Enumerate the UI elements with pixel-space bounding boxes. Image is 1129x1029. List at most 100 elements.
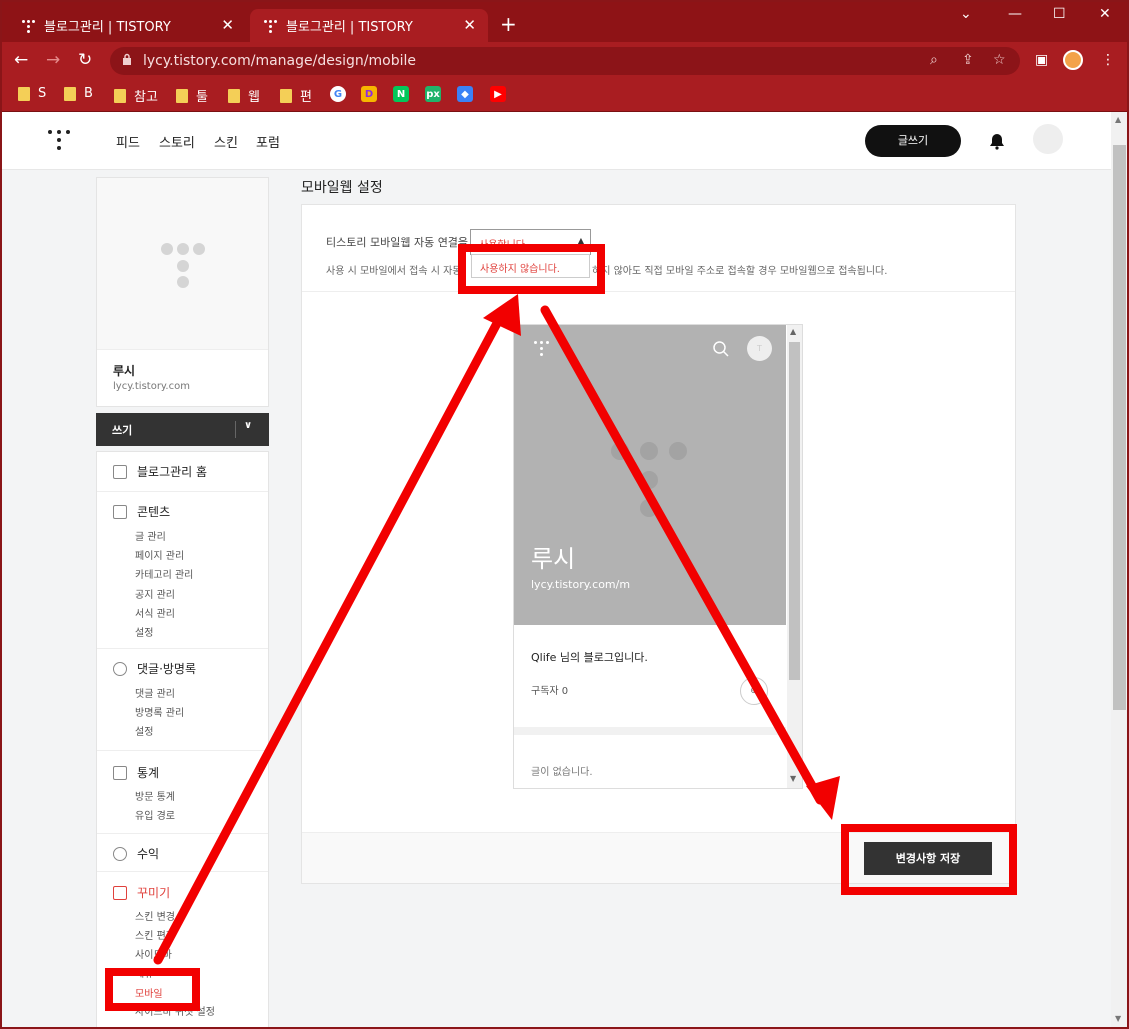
mobile-preview: T 루시 lycy.tistory.com/m Qlife 님의 블로그입니다.… [513,324,803,789]
menu-item[interactable]: 서식 관리 [135,605,175,620]
menu-section-revenue: 수익 [97,834,268,872]
bookmark-folder[interactable]: 참고 [114,86,158,105]
nav-story[interactable]: 스토리 [159,132,195,151]
bookmark-app[interactable]: N [393,86,409,102]
bookmark-folder[interactable]: S [18,86,46,101]
menu-stats[interactable]: 통계 [113,764,159,781]
menu-revenue[interactable]: 수익 [113,845,159,862]
setting-description: 사용 시 모바일에서 접속 시 자동 하지 않아도 직접 모바일 주소로 접속할… [326,266,888,277]
naver-icon: N [393,86,409,102]
menu-item[interactable]: 방명록 관리 [135,704,184,719]
write-bar[interactable]: 쓰기 ∨ [96,413,269,446]
menu-item[interactable]: 스킨 편집 [135,927,175,942]
blog-name[interactable]: 루시 [113,362,135,379]
blog-url[interactable]: lycy.tistory.com [113,381,190,392]
minimize-icon[interactable]: — [1008,6,1022,22]
scroll-up-icon[interactable]: ▲ [1115,115,1121,124]
menu-item[interactable]: 글 관리 [135,528,166,543]
bookmark-app[interactable]: G [330,86,346,102]
address-bar[interactable]: lycy.tistory.com/manage/design/mobile ⌕ … [110,47,1020,75]
bookmark-app[interactable]: D [361,86,377,102]
coin-icon [113,846,127,861]
comment-icon [113,661,127,676]
chevron-down-icon[interactable]: ∨ [244,420,252,431]
menu-item[interactable]: 스킨 변경 [135,908,175,923]
user-avatar[interactable] [1033,124,1063,154]
scroll-up-icon[interactable]: ▲ [790,327,796,336]
preview-scrollbar[interactable]: ▲ ▼ [787,325,802,788]
menu-item[interactable]: 공지 관리 [135,586,175,601]
write-post-button[interactable]: 글쓰기 [865,125,961,157]
bookmark-folder[interactable]: 툴 [176,86,208,105]
lock-icon [123,53,131,65]
menu-item[interactable]: 카테고리 관리 [135,566,193,581]
nav-feed[interactable]: 피드 [116,132,140,151]
menu-comments[interactable]: 댓글·방명록 [113,660,196,677]
bookmark-folder[interactable]: 편 [280,86,312,105]
menu-item[interactable]: 설정 [135,723,153,738]
bookmark-folder[interactable]: 웹 [228,86,260,105]
tistory-favicon-icon [264,20,278,34]
zoom-icon[interactable]: ⌕ [930,52,938,68]
menu-customize[interactable]: 꾸미기 [113,884,170,901]
follow-icon: ⊕ [740,677,768,705]
bookmark-folder[interactable]: B [64,86,93,101]
scroll-down-icon[interactable]: ▼ [1115,1014,1121,1023]
profile-avatar-icon[interactable] [1063,50,1083,70]
menu-item[interactable]: 유입 경로 [135,807,175,822]
bookmark-app[interactable]: ▶ [490,86,506,102]
scroll-down-icon[interactable]: ▼ [790,774,796,783]
folder-icon [280,88,292,103]
forward-icon[interactable]: → [46,50,60,70]
menu-section-comments: 댓글·방명록 댓글 관리 방명록 관리 설정 [97,649,268,751]
menu-item[interactable]: 방문 통계 [135,788,175,803]
bookmarks-bar: S B 참고 툴 웹 편 G D N px ◆ ▶ [0,80,1129,112]
tab-search-chevron-icon[interactable]: ⌄ [960,6,972,22]
menu-item[interactable]: 페이지 관리 [135,547,184,562]
menu-home[interactable]: 블로그관리 홈 [113,463,207,480]
new-tab-icon[interactable]: + [500,12,517,36]
bookmark-star-icon[interactable]: ☆ [993,52,1006,68]
page-scrollbar[interactable]: ▲ ▼ [1111,112,1128,1027]
close-window-icon[interactable]: ✕ [1099,6,1111,22]
menu-dots-icon[interactable]: ⋮ [1101,52,1115,68]
nav-skin[interactable]: 스킨 [214,132,238,151]
share-icon[interactable]: ⇪ [962,52,974,68]
browser-tab-strip: 블로그관리 | TISTORY ✕ 블로그관리 | TISTORY ✕ + ⌄ … [0,0,1129,42]
divider [235,421,236,438]
highlight-box-dropdown [458,244,605,294]
menu-item[interactable]: 설정 [135,624,153,639]
nav-forum[interactable]: 포럼 [256,132,280,151]
notification-bell-icon[interactable] [988,132,1006,150]
bookmark-app[interactable]: ◆ [457,86,473,102]
maximize-icon[interactable]: ☐ [1053,6,1066,22]
scroll-thumb[interactable] [1113,145,1126,710]
logo-dot [640,499,658,517]
folder-icon [64,86,76,101]
tab-title: 블로그관리 | TISTORY [286,20,413,35]
tab-close-icon[interactable]: ✕ [221,16,234,34]
browser-tab-2[interactable]: 블로그관리 | TISTORY ✕ [250,9,488,42]
reload-icon[interactable]: ↻ [78,50,92,70]
browser-tab-1[interactable]: 블로그관리 | TISTORY ✕ [8,9,246,42]
bookmark-app[interactable]: px [425,86,441,102]
tistory-favicon-icon [22,20,36,34]
tab-close-icon[interactable]: ✕ [463,16,476,34]
menu-item[interactable]: 사이드바 [135,946,172,961]
scroll-thumb[interactable] [789,342,800,680]
tab-title: 블로그관리 | TISTORY [44,20,171,35]
logo-dot [640,442,658,460]
menu-contents[interactable]: 콘텐츠 [113,503,170,520]
layout-icon [113,885,127,900]
blog-card: 루시 lycy.tistory.com [96,177,269,407]
write-label[interactable]: 쓰기 [112,422,132,438]
tistory-logo-icon[interactable] [48,130,70,152]
menu-item[interactable]: 댓글 관리 [135,685,175,700]
side-panel-icon[interactable]: ▣ [1035,52,1048,68]
preview-subscribers: 구독자 0 [531,686,569,697]
blog-thumbnail[interactable] [97,178,268,350]
preview-blog-url: lycy.tistory.com/m [531,578,631,591]
preview-hero: T 루시 lycy.tistory.com/m [514,325,786,625]
folder-icon [228,88,240,103]
back-icon[interactable]: ← [14,50,28,70]
